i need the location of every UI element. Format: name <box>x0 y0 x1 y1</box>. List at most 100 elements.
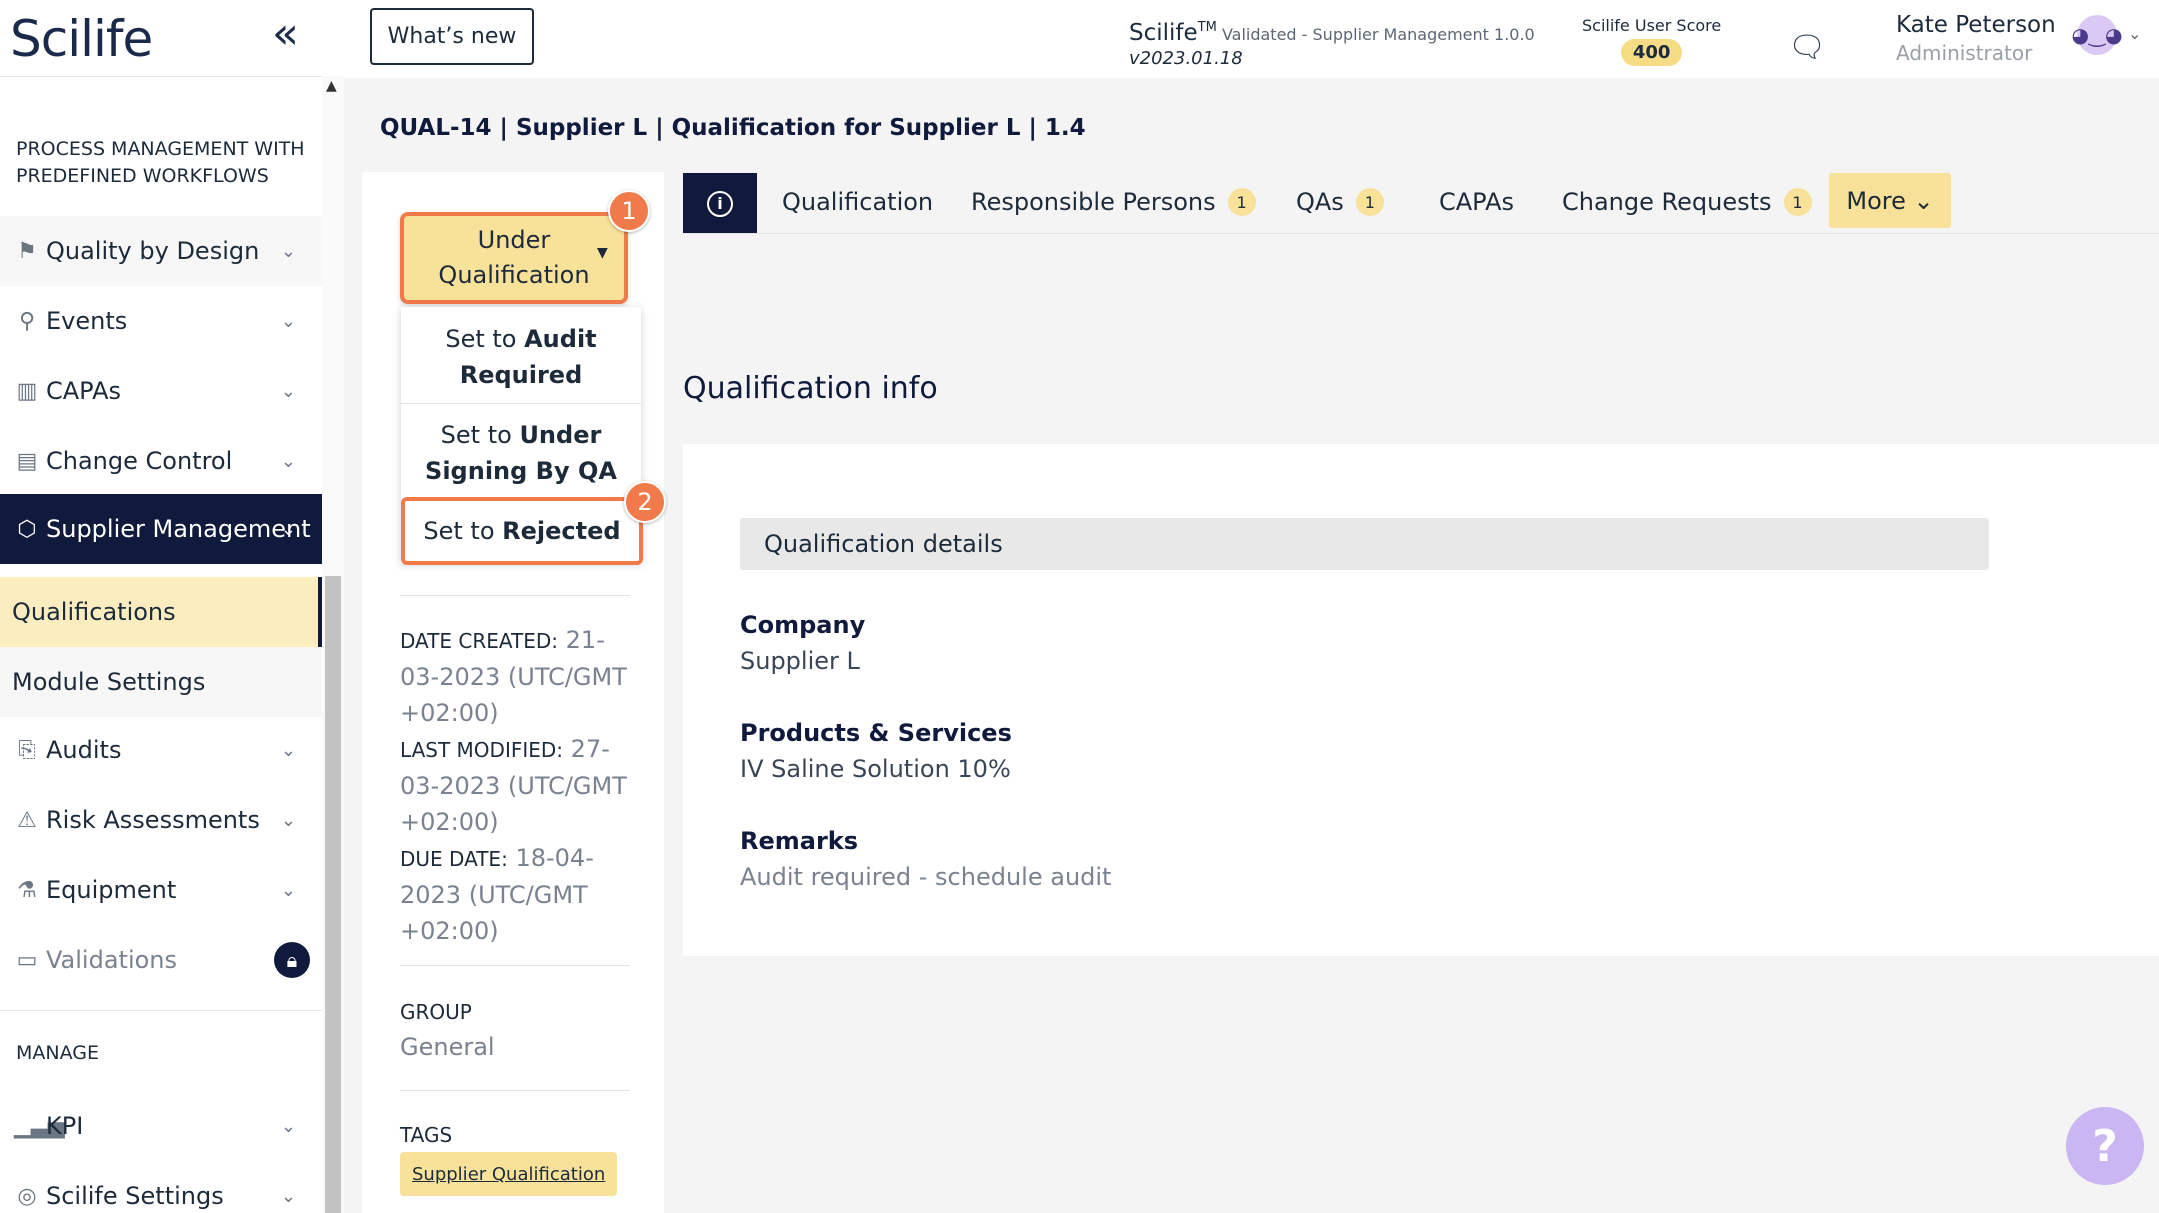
sidebar-item-supplier-management[interactable]: ⬡ Supplier Management ⌄ <box>0 494 322 564</box>
section-title: Qualification info <box>683 371 938 406</box>
chevron-down-icon[interactable]: ⌄ <box>281 519 296 540</box>
sidebar-subitem-qualifications[interactable]: Qualifications <box>0 577 322 647</box>
sidebar-subitem-module-settings[interactable]: Module Settings <box>0 647 322 717</box>
sidebar-item-label: Change Control <box>46 447 233 475</box>
chevron-down-icon[interactable]: ⌄ <box>281 241 296 262</box>
tab-qas[interactable]: QAs 1 <box>1296 188 1384 216</box>
sidebar-scrollbar[interactable]: ▲ <box>322 76 344 1213</box>
tab-label: Change Requests <box>1562 188 1772 216</box>
chevron-down-icon[interactable]: ⌄ <box>281 880 296 901</box>
chevron-down-icon[interactable]: ⌄ <box>281 381 296 402</box>
tag-chip[interactable]: Supplier Qualification <box>400 1152 618 1196</box>
document-icon: ▤ <box>16 448 38 474</box>
sidebar-item-change-control[interactable]: ▤ Change Control ⌄ <box>0 426 322 496</box>
bar-chart-icon: ▁▃▅ <box>14 1113 65 1139</box>
sidebar-item-label: Events <box>46 307 128 335</box>
divider <box>400 595 630 596</box>
more-tabs-button[interactable]: More ⌄ <box>1829 173 1951 228</box>
tab-change-requests[interactable]: Change Requests 1 <box>1562 188 1812 216</box>
status-dropdown-button[interactable]: Under Qualification <box>400 212 628 304</box>
caret-down-icon[interactable]: ▼ <box>597 245 608 261</box>
products-label: Products & Services <box>740 719 1012 747</box>
chevron-down-icon[interactable]: ⌄ <box>281 740 296 761</box>
tab-capas[interactable]: CAPAs <box>1439 188 1514 216</box>
sidebar-item-validations[interactable]: ▭ Validations 🔒︎ <box>0 925 322 995</box>
help-button[interactable]: ? <box>2066 1107 2144 1185</box>
tab-label: Qualification <box>782 188 934 216</box>
sidebar-item-equipment[interactable]: ⚗ Equipment ⌄ <box>0 855 322 925</box>
sidebar-item-label: Risk Assessments <box>46 806 260 834</box>
sidebar-item-kpi[interactable]: ▁▃▅ KPI ⌄ <box>0 1091 322 1161</box>
scroll-up-arrow-icon[interactable]: ▲ <box>326 78 337 94</box>
chevron-down-icon[interactable]: ⌄ <box>281 810 296 831</box>
chevron-down-icon[interactable]: ⌄ <box>281 311 296 332</box>
sidebar-item-scilife-settings[interactable]: ◎ Scilife Settings ⌄ <box>0 1161 322 1213</box>
feedback-chat-icon[interactable]: 🗨︎ <box>1788 30 1826 65</box>
chart-icon: ▥ <box>16 378 38 404</box>
tab-info[interactable]: i <box>683 173 757 234</box>
count-badge: 1 <box>1783 188 1812 216</box>
menu-item-set-to-audit-required[interactable]: Set to Audit Required <box>401 321 641 393</box>
lock-icon: 🔒︎ <box>274 942 310 978</box>
user-role: Administrator <box>1896 41 2033 65</box>
chevron-down-icon[interactable]: ⌄ <box>2128 24 2141 43</box>
sidebar-item-audits[interactable]: ⎘ Audits ⌄ <box>0 715 322 785</box>
product-info: ScilifeTM Validated - Supplier Managemen… <box>1129 20 1535 69</box>
sidebar-item-capas[interactable]: ▥ CAPAs ⌄ <box>0 356 322 426</box>
remarks-value: Audit required - schedule audit <box>740 863 1112 891</box>
tab-label: QAs <box>1296 188 1344 216</box>
box-icon: ⬡ <box>17 516 37 542</box>
sidebar-subitem-label: Qualifications <box>12 598 176 626</box>
callout-badge-1: 1 <box>608 190 650 232</box>
product-validation: Validated - Supplier Management 1.0.0 <box>1221 25 1535 44</box>
details-header: Qualification details <box>740 518 1989 570</box>
avatar[interactable]: ◕‿◕ <box>2072 15 2123 55</box>
sidebar: Scilife « PROCESS MANAGEMENT WITH PREDEF… <box>0 0 344 1213</box>
company-label: Company <box>740 611 866 639</box>
tab-qualification[interactable]: Qualification <box>782 188 933 216</box>
whats-new-button[interactable]: What’s new <box>370 8 534 65</box>
section-manage: MANAGE <box>16 1042 99 1064</box>
user-score-label: Scilife User Score <box>1582 16 1722 35</box>
divider <box>0 1010 322 1011</box>
top-bar: What’s new ScilifeTM Validated - Supplie… <box>344 0 2159 78</box>
divider <box>400 1090 630 1091</box>
app-logo[interactable]: Scilife <box>10 10 153 68</box>
product-version: v2023.01.18 <box>1129 48 1243 69</box>
pin-icon: ⚲ <box>18 308 36 334</box>
collapse-sidebar-icon[interactable]: « <box>272 12 299 56</box>
sidebar-item-quality-by-design[interactable]: ⚑ Quality by Design ⌄ <box>0 216 322 286</box>
tab-label: Responsible Persons <box>971 188 1216 216</box>
sidebar-item-risk-assessments[interactable]: ⚠ Risk Assessments ⌄ <box>0 785 322 855</box>
company-value: Supplier L <box>740 647 860 675</box>
sidebar-item-label: Equipment <box>46 876 177 904</box>
sidebar-item-label: Scilife Settings <box>46 1182 224 1210</box>
menu-item-set-to-under-signing-by-qa[interactable]: Set to Under Signing By QA <box>401 417 641 489</box>
chevron-down-icon[interactable]: ⌄ <box>281 1116 296 1137</box>
divider <box>401 403 641 404</box>
user-name[interactable]: Kate Peterson <box>1896 12 2056 38</box>
signpost-icon: ⚑ <box>17 238 37 264</box>
remarks-label: Remarks <box>740 827 859 855</box>
callout-badge-2: 2 <box>624 481 666 523</box>
page-title: QUAL-14 | Supplier L | Qualification for… <box>380 115 1086 141</box>
sidebar-item-label: CAPAs <box>46 377 122 405</box>
chevron-down-icon[interactable]: ⌄ <box>281 1186 296 1207</box>
menu-item-set-to-rejected[interactable]: Set to Rejected <box>401 497 643 565</box>
chevron-down-icon[interactable]: ⌄ <box>281 451 296 472</box>
sidebar-item-label: Validations <box>46 946 178 974</box>
trademark: TM <box>1197 20 1217 35</box>
last-modified-label: LAST MODIFIED: <box>400 738 564 762</box>
sidebar-item-label: Supplier Management <box>46 515 311 543</box>
scrollbar-thumb[interactable] <box>325 576 341 1213</box>
tab-responsible-persons[interactable]: Responsible Persons 1 <box>971 188 1256 216</box>
due-date-label: DUE DATE: <box>400 847 508 871</box>
group-value: General <box>400 1033 495 1061</box>
sidebar-item-label: KPI <box>46 1112 84 1140</box>
sidebar-item-label: Quality by Design <box>46 237 260 265</box>
group-label: GROUP <box>400 1000 472 1024</box>
chevron-down-icon: ⌄ <box>1913 186 1934 215</box>
sidebar-item-events[interactable]: ⚲ Events ⌄ <box>0 286 322 356</box>
settings-icon: ◎ <box>17 1183 37 1209</box>
divider <box>683 233 2159 234</box>
